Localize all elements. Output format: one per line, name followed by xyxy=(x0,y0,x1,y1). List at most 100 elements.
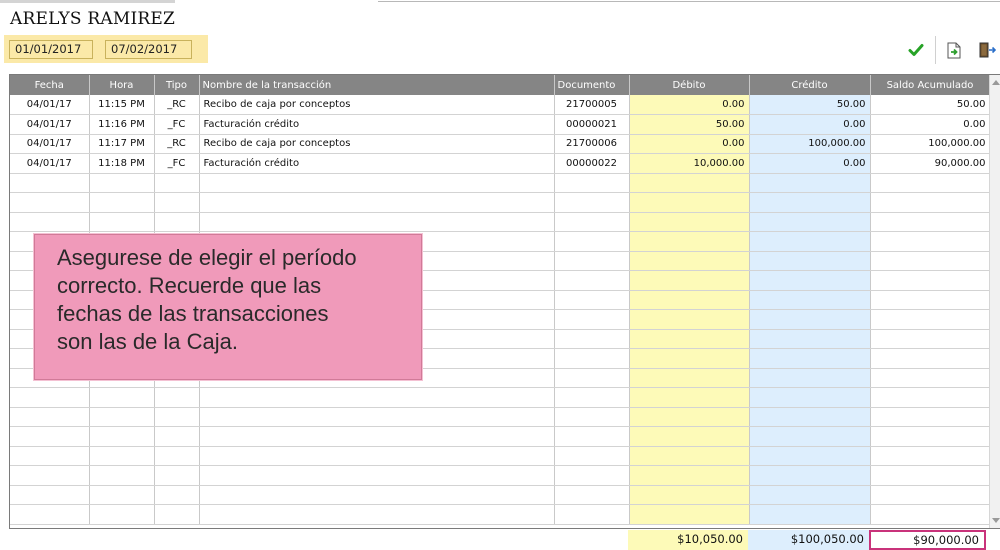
cell-saldo xyxy=(870,309,991,330)
empty-table-row[interactable] xyxy=(10,485,991,505)
cell-credito xyxy=(749,173,871,193)
cell-credito xyxy=(749,270,871,291)
cell-hora xyxy=(89,407,155,427)
cell-credito xyxy=(749,368,871,388)
col-header-debito[interactable]: Débito xyxy=(629,75,750,95)
export-button[interactable] xyxy=(943,38,965,62)
empty-table-row[interactable] xyxy=(10,192,991,213)
cell-documento xyxy=(554,387,630,408)
cell-fecha xyxy=(10,426,90,447)
cell-documento xyxy=(554,407,630,427)
cell-saldo xyxy=(870,465,991,486)
cell-tipo: _RC xyxy=(154,95,200,115)
cell-saldo xyxy=(870,446,991,466)
cell-documento: 00000021 xyxy=(554,114,630,135)
scroll-up-arrow-icon[interactable] xyxy=(992,80,1000,85)
total-credit: $100,050.00 xyxy=(748,530,869,550)
cell-fecha xyxy=(10,504,90,525)
cell-documento xyxy=(554,485,630,505)
cell-debito xyxy=(629,426,750,447)
cell-debito xyxy=(629,465,750,486)
table-row[interactable]: 04/01/17 11:17 PM _RC Recibo de caja por co… xyxy=(10,134,991,154)
cell-documento xyxy=(554,270,630,291)
cell-tipo xyxy=(154,504,200,525)
cell-tipo xyxy=(154,426,200,447)
empty-table-row[interactable] xyxy=(10,407,991,427)
col-header-saldo[interactable]: Saldo Acumulado xyxy=(870,75,991,95)
scroll-down-arrow-icon[interactable] xyxy=(992,518,1000,523)
cell-documento xyxy=(554,309,630,330)
cell-saldo: 0.00 xyxy=(870,114,991,135)
col-header-fecha[interactable]: Fecha xyxy=(10,75,90,95)
table-row[interactable]: 04/01/17 11:15 PM _RC Recibo de caja por co… xyxy=(10,95,991,115)
accept-button[interactable] xyxy=(905,38,927,62)
cell-tipo xyxy=(154,192,200,213)
col-header-nombre[interactable]: Nombre de la transacción xyxy=(199,75,555,95)
cell-saldo xyxy=(870,426,991,447)
grid-header-row: Fecha Hora Tipo Nombre de la transacción… xyxy=(10,75,991,95)
cell-credito xyxy=(749,251,871,271)
cell-documento xyxy=(554,173,630,193)
table-row[interactable]: 04/01/17 11:16 PM _FC Facturación crédito 00… xyxy=(10,114,991,135)
cell-fecha xyxy=(10,407,90,427)
cell-saldo: 50.00 xyxy=(870,95,991,115)
cell-fecha xyxy=(10,192,90,213)
cell-documento xyxy=(554,251,630,271)
empty-table-row[interactable] xyxy=(10,387,991,408)
empty-table-row[interactable] xyxy=(10,446,991,466)
col-header-hora[interactable]: Hora xyxy=(89,75,155,95)
cell-credito xyxy=(749,290,871,310)
cell-debito xyxy=(629,290,750,310)
cell-hora xyxy=(89,446,155,466)
cell-debito xyxy=(629,348,750,369)
cell-fecha xyxy=(10,485,90,505)
cell-credito: 0.00 xyxy=(749,153,871,174)
cell-hora xyxy=(89,212,155,232)
cell-credito xyxy=(749,309,871,330)
cell-debito: 10,000.00 xyxy=(629,153,750,174)
empty-table-row[interactable] xyxy=(10,212,991,232)
cell-saldo xyxy=(870,387,991,408)
cell-debito xyxy=(629,212,750,232)
export-document-icon xyxy=(947,42,961,58)
total-balance: $90,000.00 xyxy=(869,530,986,550)
cell-debito xyxy=(629,387,750,408)
total-debit: $10,050.00 xyxy=(628,530,748,550)
cell-debito xyxy=(629,368,750,388)
col-header-tipo[interactable]: Tipo xyxy=(154,75,200,95)
empty-table-row[interactable] xyxy=(10,173,991,193)
cell-debito xyxy=(629,270,750,291)
col-header-documento[interactable]: Documento xyxy=(554,75,630,95)
cell-hora: 11:16 PM xyxy=(89,114,155,135)
toolbar xyxy=(900,36,1000,64)
cell-documento xyxy=(554,426,630,447)
cell-fecha: 04/01/17 xyxy=(10,134,90,154)
table-row[interactable]: 04/01/17 11:18 PM _FC Facturación crédito 00… xyxy=(10,153,991,174)
cell-credito xyxy=(749,192,871,213)
cell-documento xyxy=(554,504,630,525)
cell-tipo xyxy=(154,173,200,193)
cell-debito: 0.00 xyxy=(629,95,750,115)
empty-table-row[interactable] xyxy=(10,426,991,447)
exit-button[interactable] xyxy=(976,38,998,62)
cell-saldo xyxy=(870,212,991,232)
window-top-edge xyxy=(0,0,1000,3)
cell-saldo xyxy=(870,270,991,291)
cell-documento: 00000022 xyxy=(554,153,630,174)
active-tab-edge xyxy=(0,0,175,3)
vertical-scrollbar[interactable] xyxy=(989,75,1000,528)
cell-saldo xyxy=(870,173,991,193)
cell-documento xyxy=(554,212,630,232)
cell-documento: 21700006 xyxy=(554,134,630,154)
cell-saldo xyxy=(870,407,991,427)
cell-documento xyxy=(554,368,630,388)
date-from-field[interactable]: 01/01/2017 xyxy=(9,40,93,59)
cell-tipo: _FC xyxy=(154,153,200,174)
col-header-credito[interactable]: Crédito xyxy=(749,75,871,95)
empty-table-row[interactable] xyxy=(10,504,991,525)
empty-table-row[interactable] xyxy=(10,465,991,486)
cell-tipo xyxy=(154,446,200,466)
cell-saldo xyxy=(870,485,991,505)
date-to-field[interactable]: 07/02/2017 xyxy=(105,40,192,59)
cell-nombre xyxy=(199,212,555,232)
